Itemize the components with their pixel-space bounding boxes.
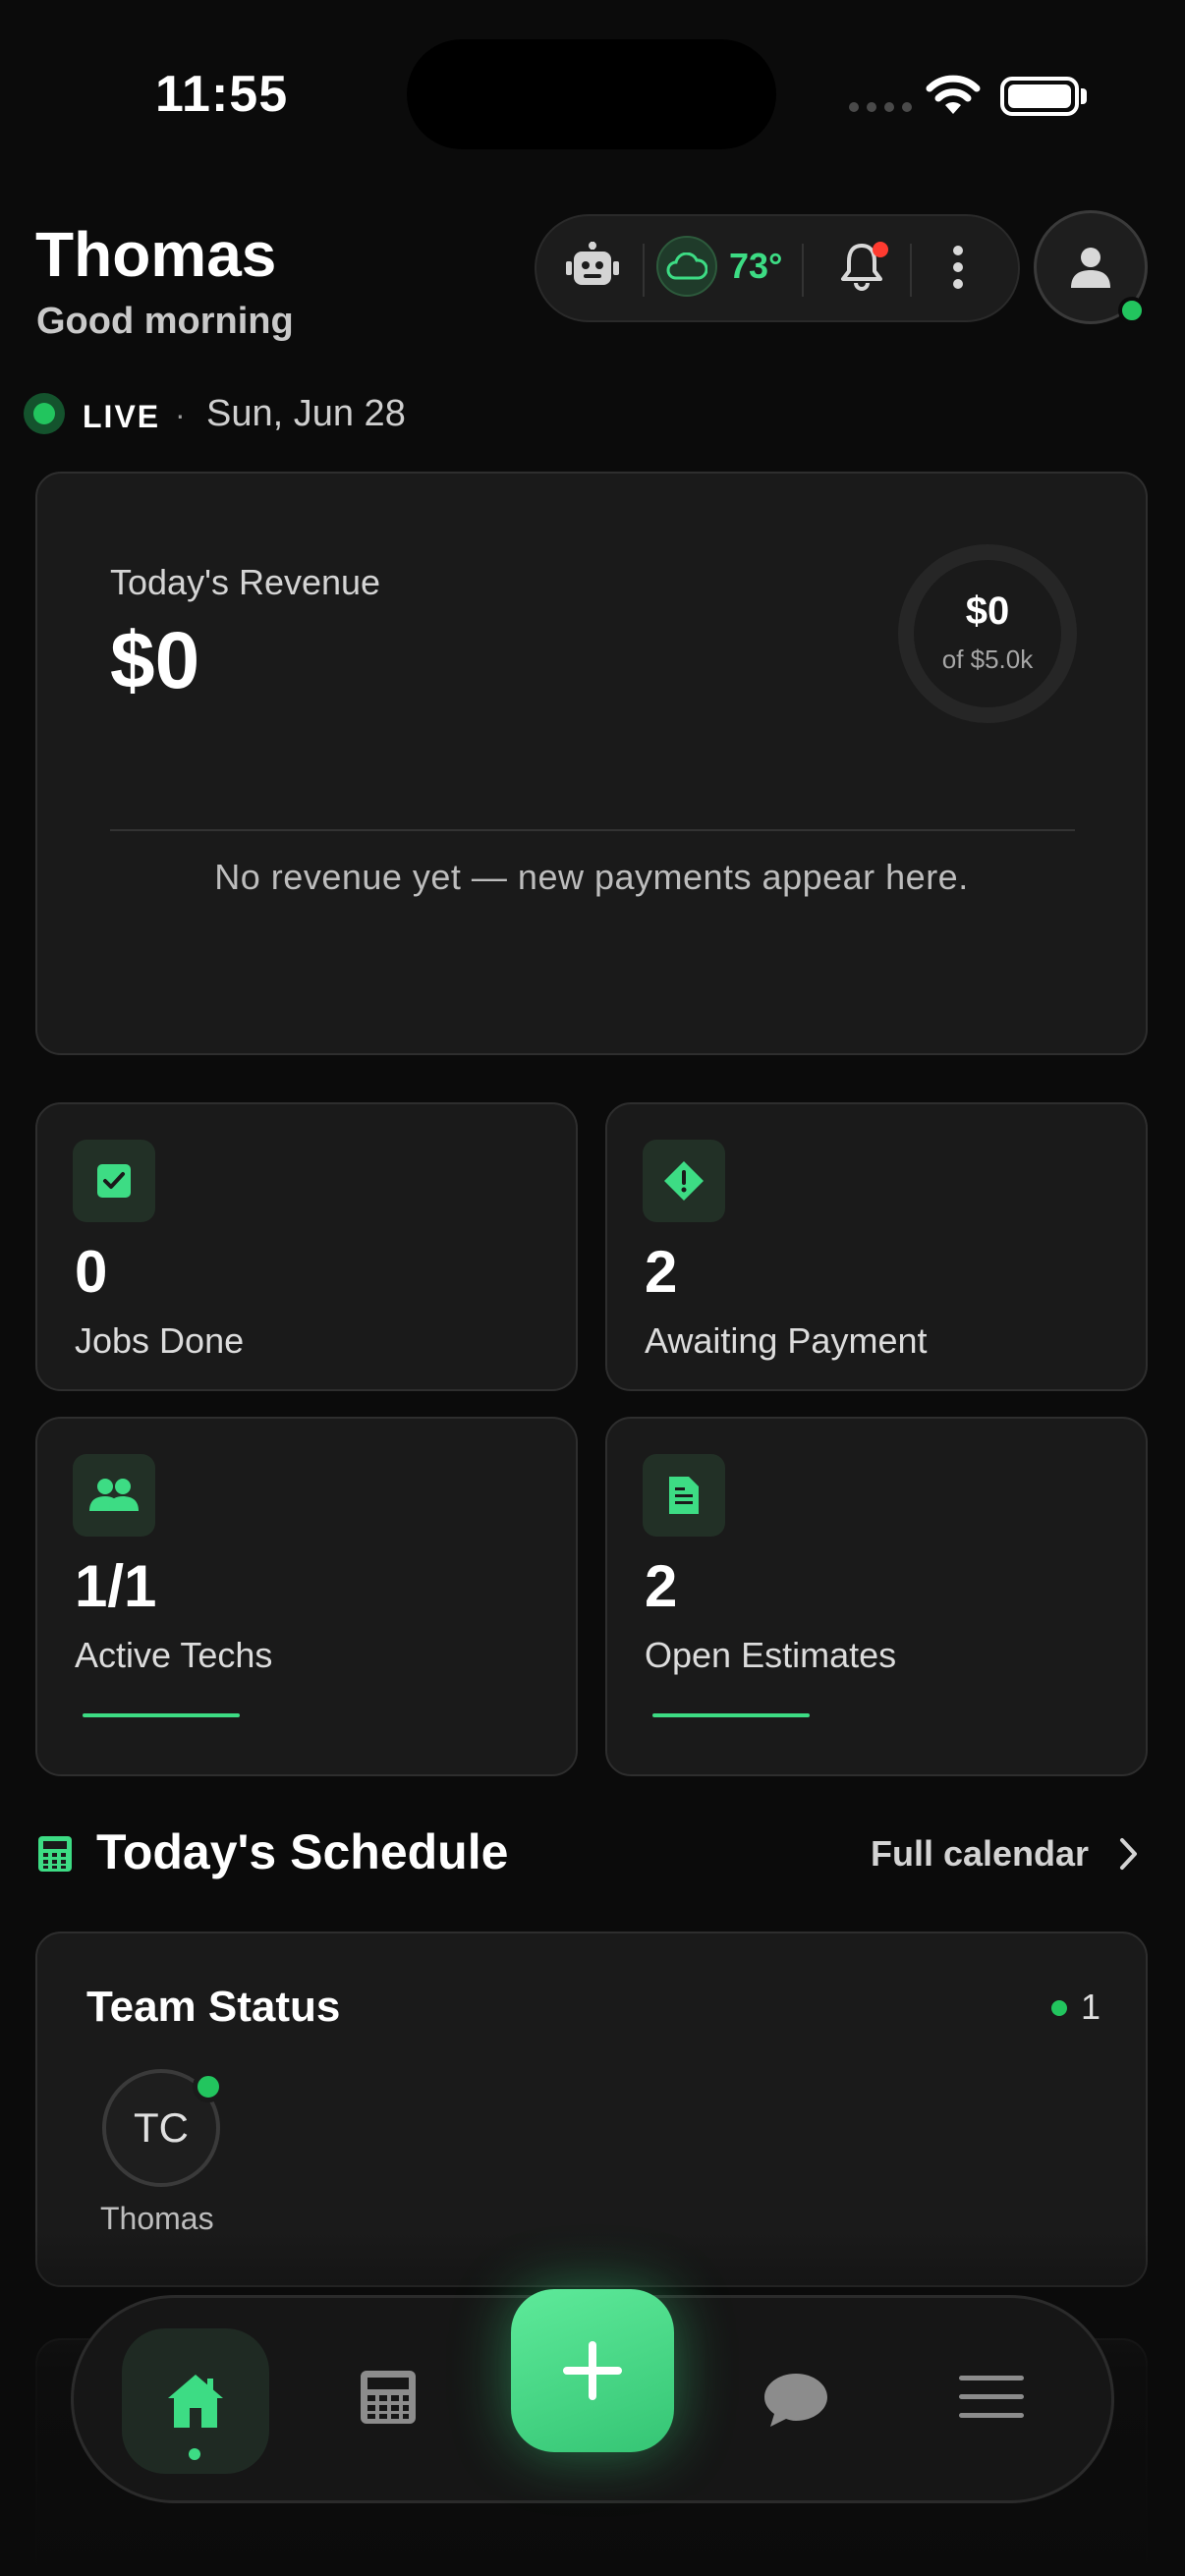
stat-label: Open Estimates [645, 1635, 897, 1675]
cloud-icon [666, 252, 707, 280]
revenue-goal-caption: of $5.0k [941, 644, 1034, 674]
revenue-goal-value: $0 [965, 589, 1010, 633]
battery-tip [1081, 88, 1087, 104]
tech-online-dot [193, 2071, 224, 2102]
active-indicator-dot [189, 2448, 200, 2460]
stat-card-jobs-done[interactable]: 0 Jobs Done [35, 1102, 578, 1391]
more-options-icon[interactable] [953, 246, 963, 289]
revenue-empty-message: No revenue yet — new payments appear her… [214, 857, 969, 897]
current-date: Sun, Jun 28 [206, 393, 406, 434]
revenue-label: Today's Revenue [110, 562, 381, 602]
stat-progress-bar [83, 1713, 240, 1717]
chat-icon [764, 2374, 827, 2427]
stat-value: 2 [645, 1553, 678, 1619]
cellular-signal-icon [849, 102, 912, 112]
calculator-icon [361, 2371, 416, 2424]
status-time: 11:55 [155, 66, 289, 123]
dynamic-island [407, 39, 776, 149]
nav-messages-button[interactable] [762, 2372, 829, 2434]
full-calendar-link[interactable]: Full calendar [871, 1833, 1089, 1875]
person-icon [1071, 248, 1110, 288]
plus-icon [563, 2341, 622, 2400]
online-status-dot [1118, 297, 1146, 324]
stat-card-active-techs[interactable]: 1/1 Active Techs [35, 1417, 578, 1776]
live-separator: · [175, 397, 186, 432]
stat-label: Awaiting Payment [645, 1320, 928, 1361]
team-status-title: Team Status [86, 1983, 341, 2031]
stat-value: 1/1 [75, 1553, 157, 1619]
check-square-icon [73, 1140, 155, 1222]
wifi-icon [926, 75, 981, 121]
live-label: LIVE [83, 399, 161, 434]
schedule-title: Today's Schedule [96, 1824, 509, 1879]
stat-label: Active Techs [75, 1635, 273, 1675]
document-icon [643, 1454, 725, 1537]
user-name: Thomas [35, 219, 277, 290]
battery-icon [1000, 77, 1079, 116]
online-count: 1 [1081, 1987, 1101, 2027]
users-icon [73, 1454, 155, 1537]
online-indicator [1051, 2000, 1067, 2016]
assistant-robot-icon[interactable] [566, 242, 619, 298]
revenue-goal-ring [898, 544, 1077, 723]
live-indicator [24, 393, 65, 434]
revenue-value: $0 [110, 616, 200, 705]
temperature-label[interactable]: 73° [729, 246, 782, 287]
stat-value: 0 [75, 1239, 108, 1305]
add-button[interactable] [511, 2289, 674, 2452]
notification-badge [873, 242, 888, 257]
calculator-icon [37, 1835, 73, 1877]
weather-button[interactable] [656, 236, 717, 297]
menu-icon[interactable] [959, 2376, 1024, 2418]
home-icon [168, 2375, 223, 2428]
stat-card-open-estimates[interactable]: 2 Open Estimates [605, 1417, 1148, 1776]
stat-label: Jobs Done [75, 1320, 245, 1361]
chevron-right-icon[interactable] [1118, 1837, 1138, 1876]
nav-calculator-button[interactable] [360, 2370, 417, 2430]
stat-value: 2 [645, 1239, 678, 1305]
divider [110, 829, 1075, 831]
alert-diamond-icon [643, 1140, 725, 1222]
greeting: Good morning [36, 301, 294, 342]
stat-progress-bar [652, 1713, 810, 1717]
stat-card-awaiting-payment[interactable]: 2 Awaiting Payment [605, 1102, 1148, 1391]
